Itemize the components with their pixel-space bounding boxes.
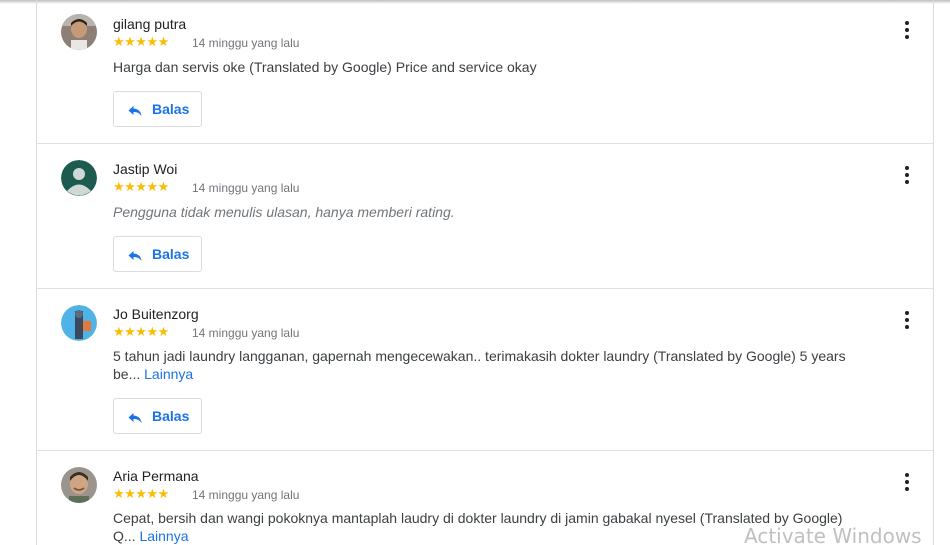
activate-windows-watermark: Activate Windows <box>744 524 922 545</box>
reviewer-avatar[interactable] <box>61 305 97 341</box>
reply-arrow-icon <box>128 413 142 423</box>
more-vert-icon[interactable] <box>899 472 915 492</box>
reply-arrow-icon <box>128 251 142 261</box>
reviews-page: gilang putra ★★★★★ 14 minggu yang lalu H… <box>0 0 950 545</box>
reviewer-avatar[interactable] <box>61 14 97 50</box>
star-rating: ★★★★★ <box>113 486 169 501</box>
reply-label: Balas <box>152 408 190 424</box>
more-vert-icon[interactable] <box>899 20 915 40</box>
review-time: 14 minggu yang lalu <box>192 326 300 340</box>
review-time: 14 minggu yang lalu <box>192 36 300 50</box>
reply-button[interactable]: Balas <box>113 236 202 272</box>
reply-label: Balas <box>152 246 190 262</box>
reviewer-name[interactable]: Jo Buitenzorg <box>113 306 199 322</box>
review-card: Jastip Woi ★★★★★ 14 minggu yang lalu Pen… <box>37 144 934 289</box>
review-time: 14 minggu yang lalu <box>192 488 300 502</box>
review-text-body: Cepat, bersih dan wangi pokoknya mantapl… <box>113 510 843 544</box>
review-text: Harga dan servis oke (Translated by Goog… <box>113 59 537 75</box>
review-text-body: 5 tahun jadi laundry langganan, gapernah… <box>113 348 846 382</box>
review-time: 14 minggu yang lalu <box>192 181 300 195</box>
photo-avatar-icon <box>61 467 97 503</box>
read-more-link[interactable]: Lainnya <box>144 366 193 382</box>
star-rating: ★★★★★ <box>113 179 169 194</box>
more-vert-icon[interactable] <box>899 310 915 330</box>
reviewer-name[interactable]: gilang putra <box>113 16 186 32</box>
review-text: 5 tahun jadi laundry langganan, gapernah… <box>113 347 853 383</box>
review-text: Pengguna tidak menulis ulasan, hanya mem… <box>113 204 455 220</box>
reply-button[interactable]: Balas <box>113 91 202 127</box>
photo-avatar-icon <box>61 305 97 341</box>
read-more-link[interactable]: Lainnya <box>139 528 188 544</box>
default-person-icon <box>61 160 97 196</box>
review-text: Cepat, bersih dan wangi pokoknya mantapl… <box>113 509 853 545</box>
reviewer-avatar[interactable] <box>61 160 97 196</box>
review-card: Jo Buitenzorg ★★★★★ 14 minggu yang lalu … <box>37 289 934 451</box>
star-rating: ★★★★★ <box>113 34 169 49</box>
reviewer-name[interactable]: Jastip Woi <box>113 161 177 177</box>
photo-avatar-icon <box>61 14 97 50</box>
review-card: gilang putra ★★★★★ 14 minggu yang lalu H… <box>37 0 934 144</box>
reply-label: Balas <box>152 101 190 117</box>
reviewer-name[interactable]: Aria Permana <box>113 468 199 484</box>
reply-arrow-icon <box>128 106 142 116</box>
reply-button[interactable]: Balas <box>113 398 202 434</box>
more-vert-icon[interactable] <box>899 165 915 185</box>
star-rating: ★★★★★ <box>113 324 169 339</box>
reviewer-avatar[interactable] <box>61 467 97 503</box>
